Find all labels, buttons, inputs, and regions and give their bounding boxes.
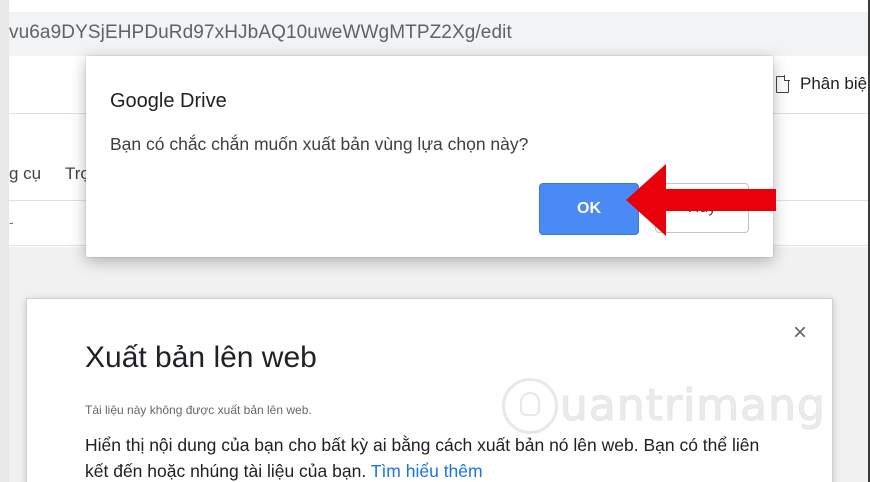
toolbar-dropdown-icon[interactable]: - <box>9 214 14 230</box>
confirm-dialog-title: Google Drive <box>110 90 227 112</box>
publish-dialog-title: Xuất bản lên web <box>85 341 317 374</box>
publish-to-web-dialog: × Xuất bản lên web Tài liệu này không đư… <box>26 298 833 482</box>
publish-status-note: Tài liệu này không được xuất bản lên web… <box>85 403 312 417</box>
ok-button[interactable]: OK <box>539 183 639 235</box>
share-label[interactable]: Phân biệ <box>800 74 867 94</box>
publish-description: Hiển thị nội dung của bạn cho bất kỳ ai … <box>85 432 785 482</box>
learn-more-link[interactable]: Tìm hiểu thêm <box>371 461 483 481</box>
close-icon[interactable]: × <box>793 321 807 345</box>
red-arrow-annotation <box>626 164 776 236</box>
confirm-dialog-message: Bạn có chắc chắn muốn xuất bản vùng lựa … <box>110 134 529 154</box>
doc-share-icon[interactable] <box>776 75 790 93</box>
screenshot-frame: vu6a9DYSjEHPDuRd97xHJbAQ10uweWWgMTPZ2Xg/… <box>0 0 870 482</box>
arrow-left-icon <box>626 164 776 236</box>
window-edge <box>0 0 9 482</box>
address-bar[interactable]: vu6a9DYSjEHPDuRd97xHJbAQ10uweWWgMTPZ2Xg/… <box>9 12 868 56</box>
menu-item-tools[interactable]: g cụ <box>9 164 41 184</box>
url-text[interactable]: vu6a9DYSjEHPDuRd97xHJbAQ10uweWWgMTPZ2Xg/… <box>9 22 512 44</box>
